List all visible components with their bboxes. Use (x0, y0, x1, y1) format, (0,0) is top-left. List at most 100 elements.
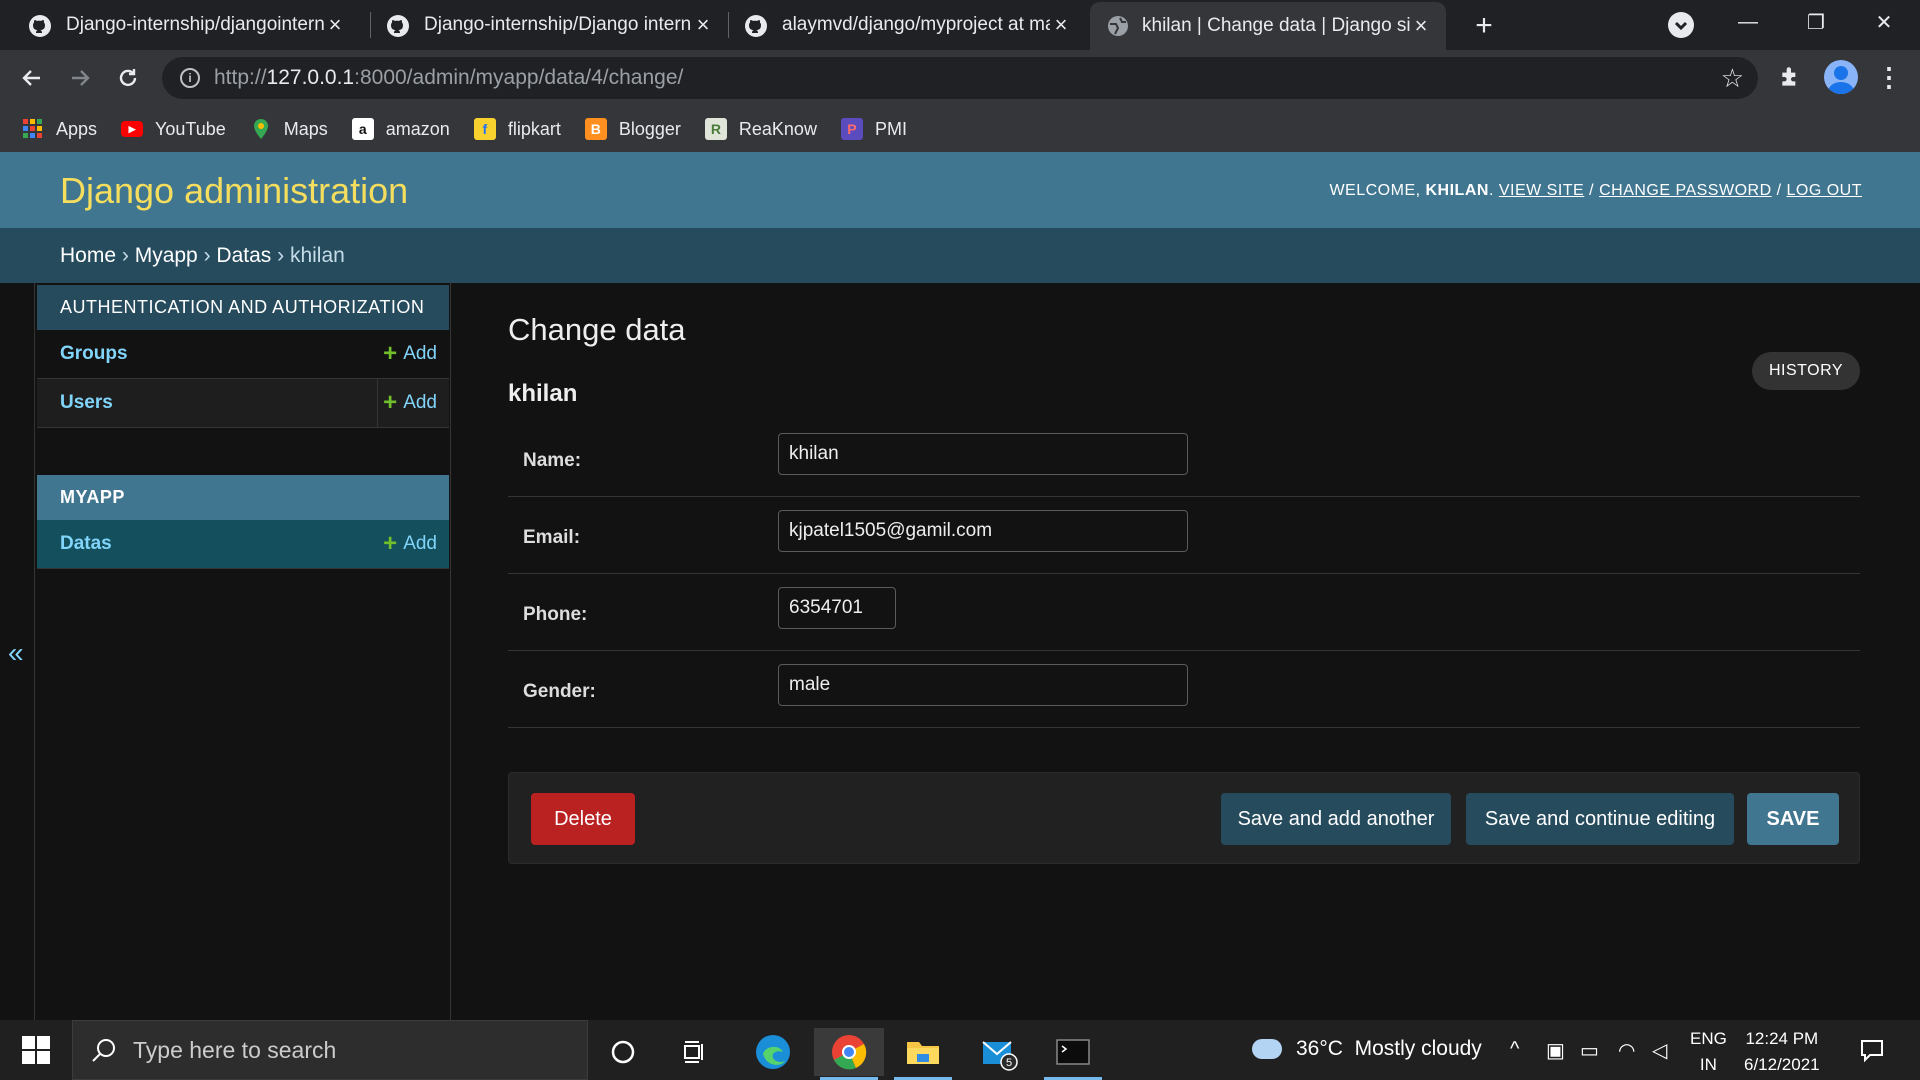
submit-row: Delete Save and add another Save and con… (508, 772, 1860, 864)
gender-field[interactable] (778, 664, 1188, 706)
browser-tab[interactable]: alaymvd/django/myproject at main × (716, 0, 1086, 50)
reload-button[interactable] (112, 62, 144, 94)
plus-icon: + (383, 530, 398, 557)
bookmark-apps[interactable]: Apps (22, 118, 97, 140)
notification-icon[interactable] (1858, 1036, 1886, 1070)
language-indicator[interactable]: ENG IN (1690, 1026, 1727, 1078)
battery-icon[interactable]: ▭ (1580, 1038, 1599, 1063)
module-caption[interactable]: MYAPP (37, 475, 449, 520)
model-link-groups[interactable]: Groups (60, 343, 128, 365)
profile-avatar[interactable] (1824, 60, 1858, 94)
wifi-icon[interactable]: ◠ (1618, 1038, 1635, 1063)
terminal-icon[interactable] (1038, 1028, 1108, 1080)
phone-field[interactable] (778, 587, 896, 629)
bookmark-flipkart[interactable]: f flipkart (473, 118, 561, 140)
edge-icon[interactable] (738, 1028, 808, 1076)
separator: / (1771, 182, 1787, 199)
bookmark-maps[interactable]: Maps (250, 118, 328, 140)
close-tab-icon[interactable]: × (1050, 12, 1072, 37)
chevron-down-icon (1674, 21, 1688, 31)
info-icon[interactable]: i (180, 68, 200, 88)
cortana-icon[interactable] (588, 1028, 658, 1076)
meet-now-icon[interactable]: ▣ (1546, 1038, 1565, 1063)
breadcrumb-app[interactable]: Myapp (135, 244, 198, 268)
browser-menu-icon[interactable]: ⋮ (1876, 62, 1902, 93)
bookmark-blogger[interactable]: B Blogger (584, 118, 681, 140)
pmi-icon: P (840, 118, 863, 140)
chevron-up-icon[interactable]: ^ (1510, 1038, 1519, 1061)
save-and-add-another-button[interactable]: Save and add another (1221, 793, 1451, 845)
windows-start-icon[interactable] (22, 1036, 50, 1064)
close-tab-icon[interactable]: × (692, 12, 714, 37)
tab-search-button[interactable] (1668, 12, 1694, 38)
add-users-link[interactable]: + Add (383, 389, 437, 417)
object-name: khilan (508, 380, 578, 407)
welcome-text: WELCOME, (1329, 182, 1426, 199)
sidebar-item-datas: Datas + Add (37, 520, 449, 569)
save-button[interactable]: SAVE (1747, 793, 1839, 845)
site-branding[interactable]: Django administration (60, 170, 408, 212)
breadcrumb: Home › Myapp › Datas › khilan (0, 228, 1920, 283)
new-tab-button[interactable]: + (1466, 8, 1502, 44)
bookmark-label: PMI (874, 118, 907, 139)
email-label: Email: (523, 527, 581, 548)
bookmark-reaknow[interactable]: R ReaKnow (704, 118, 817, 140)
bookmark-label: Maps (283, 118, 328, 139)
weather-widget[interactable]: 36°C Mostly cloudy (1252, 1037, 1482, 1061)
github-icon (387, 15, 409, 37)
bookmarks-bar: Apps ▶ YouTube Maps a amazon f flipkart … (0, 106, 1920, 152)
breadcrumb-home[interactable]: Home (60, 244, 116, 268)
browser-tab-active[interactable]: khilan | Change data | Django site admin… (1090, 2, 1446, 50)
taskbar-search[interactable]: Type here to search (72, 1020, 588, 1080)
close-tab-icon[interactable]: × (324, 12, 346, 37)
breadcrumb-model[interactable]: Datas (216, 244, 271, 268)
bookmark-amazon[interactable]: a amazon (351, 118, 450, 140)
address-bar[interactable]: i http://127.0.0.1:8000/admin/myapp/data… (162, 57, 1758, 99)
system-clock[interactable]: 12:24 PM 6/12/2021 (1744, 1026, 1820, 1078)
volume-icon[interactable]: ◁ (1652, 1038, 1667, 1063)
github-icon (745, 15, 767, 37)
task-view-icon[interactable] (660, 1028, 730, 1076)
browser-tab[interactable]: Django-internship/Django internship × (358, 0, 728, 50)
add-datas-link[interactable]: + Add (383, 530, 437, 558)
mail-icon[interactable]: 5 (964, 1028, 1034, 1076)
clock-time: 12:24 PM (1745, 1029, 1819, 1048)
save-and-continue-button[interactable]: Save and continue editing (1466, 793, 1734, 845)
clock-date: 6/12/2021 (1744, 1055, 1820, 1074)
change-password-link[interactable]: CHANGE PASSWORD (1599, 182, 1772, 199)
file-explorer-icon[interactable] (888, 1028, 958, 1080)
sidebar-toggle-button[interactable]: « (0, 283, 35, 1020)
flipkart-icon: f (473, 118, 496, 140)
blogger-icon: B (584, 118, 607, 140)
close-window-button[interactable]: ✕ (1856, 0, 1912, 44)
back-button[interactable] (16, 62, 48, 94)
name-field[interactable] (778, 433, 1188, 475)
globe-icon (1108, 16, 1128, 36)
chrome-icon[interactable] (814, 1028, 884, 1080)
model-link-users[interactable]: Users (60, 392, 113, 414)
restore-button[interactable]: ❐ (1788, 0, 1844, 44)
model-link-datas[interactable]: Datas (60, 533, 112, 555)
close-tab-icon[interactable]: × (1410, 13, 1432, 38)
module-caption[interactable]: AUTHENTICATION AND AUTHORIZATION (37, 285, 449, 330)
forward-button[interactable] (64, 62, 96, 94)
double-chevron-left-icon: « (8, 637, 24, 668)
bookmark-pmi[interactable]: P PMI (840, 118, 907, 140)
log-out-link[interactable]: LOG OUT (1786, 182, 1862, 199)
form-row-email: Email: (508, 497, 1860, 574)
bookmark-label: Apps (56, 118, 98, 139)
search-icon (92, 1039, 115, 1062)
extensions-icon[interactable] (1778, 64, 1804, 90)
bookmark-youtube[interactable]: ▶ YouTube (121, 119, 226, 140)
breadcrumb-separator: › (116, 243, 135, 267)
minimize-button[interactable]: — (1720, 0, 1776, 44)
plus-icon: + (383, 340, 398, 367)
browser-tab[interactable]: Django-internship/djangointernship × (0, 0, 360, 50)
email-field[interactable] (778, 510, 1188, 552)
bookmark-star-icon[interactable]: ☆ (1721, 63, 1744, 94)
view-site-link[interactable]: VIEW SITE (1499, 182, 1584, 199)
add-groups-link[interactable]: + Add (383, 340, 437, 368)
history-button[interactable]: HISTORY (1752, 352, 1860, 390)
cloud-icon (1252, 1039, 1282, 1059)
delete-button[interactable]: Delete (531, 793, 635, 845)
